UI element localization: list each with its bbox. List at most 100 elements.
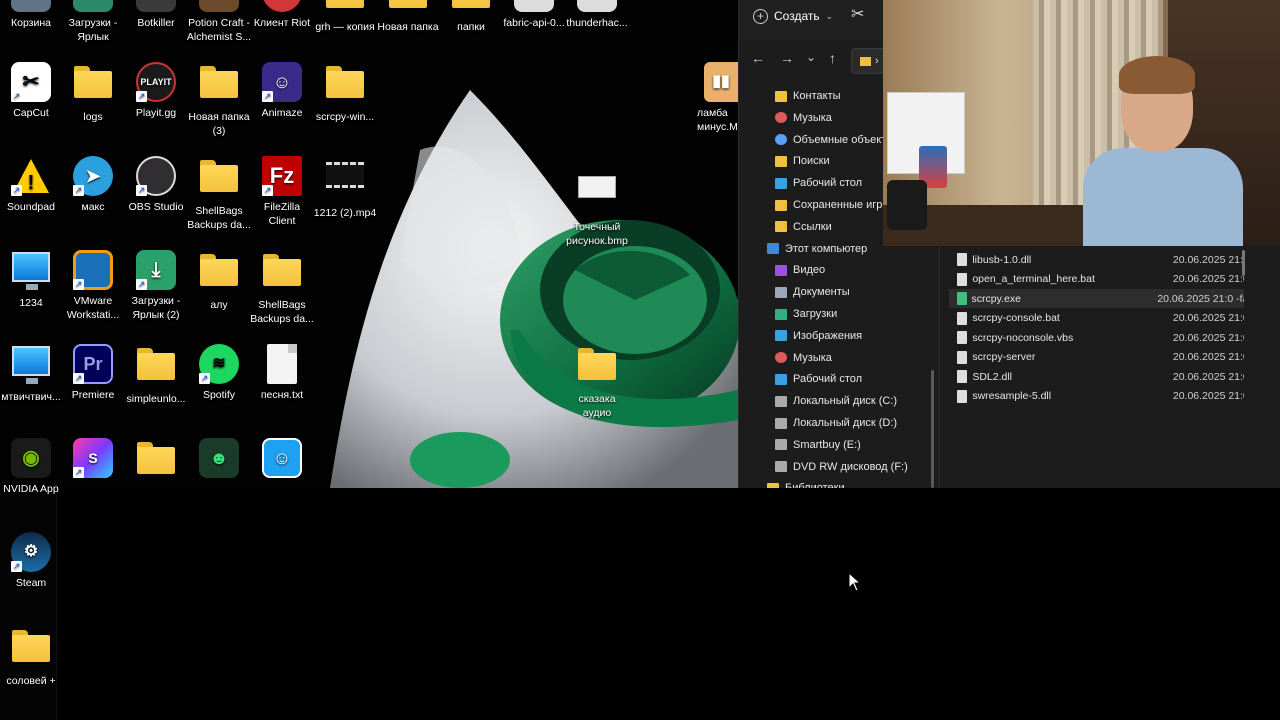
file-icon (957, 272, 968, 286)
vmware-icon: ↗ (73, 250, 113, 290)
sidebar-item[interactable]: DVD RW дисковод (F:) (775, 457, 908, 477)
sidebar-item-label: Музыка (793, 111, 832, 124)
recycle-bin-icon (11, 0, 51, 12)
sidebar-item-label: Видео (793, 264, 826, 277)
sidebar-item[interactable]: Этот компьютер (767, 239, 867, 259)
sidebar-item-label: Smartbuy (E:) (793, 438, 861, 451)
webcam-overlay (883, 0, 1280, 246)
sidebar-item-icon (767, 482, 779, 488)
sidebar-item[interactable]: Локальный диск (D:) (775, 413, 897, 433)
sidebar-item[interactable]: Сохраненные игры (775, 195, 890, 215)
sidebar-item[interactable]: Загрузки (775, 304, 837, 324)
audio-file-icon: ▮▮ (704, 62, 738, 102)
sidebar-item-icon (775, 90, 787, 102)
sidebar-item[interactable]: Документы (775, 282, 850, 302)
back-arrow-icon[interactable]: ← (751, 50, 765, 66)
file-list-scrollbar[interactable] (1242, 250, 1245, 276)
folder-icon (199, 66, 239, 106)
sidebar-item[interactable]: Изображения (775, 326, 862, 346)
desktop-icon-blue-app[interactable]: ☺ (245, 438, 319, 488)
desktop-icon-solovei[interactable]: соловей + (0, 626, 68, 688)
folder-icon (73, 66, 113, 106)
file-name: scrcpy-noconsole.vbs (972, 331, 1074, 344)
spotify-icon: ≋ ↗ (199, 344, 239, 384)
mask-icon: ☻ (199, 438, 239, 478)
jar-file-icon (577, 0, 617, 12)
file-icon (957, 389, 968, 403)
sidebar-item-icon (775, 308, 787, 320)
file-row[interactable]: SDL2.dll 20.06.2025 21:0 (949, 367, 1244, 386)
warning-icon: ! ↗ (11, 156, 51, 196)
file-row[interactable]: scrcpy.exe 20.06.2025 21:0 -fa... (949, 289, 1244, 308)
file-date: 20.06.2025 21:0 (1172, 331, 1244, 344)
animaze-icon: ☺ ↗ (262, 62, 302, 102)
sidebar-item-icon (775, 352, 787, 364)
desktop-icon-video-file[interactable]: 1212 (2).mp4 (308, 156, 382, 220)
scissors-icon[interactable]: ✂ (851, 4, 864, 24)
jar-file-icon (514, 0, 554, 12)
steam-icon: ⚙ ↗ (11, 532, 51, 572)
video-file-icon (325, 162, 365, 202)
sidebar-item[interactable]: Контакты (775, 86, 841, 106)
desktop-icon-lamba[interactable]: ▮▮ ламба минус.M... (686, 62, 738, 134)
mouse-cursor-icon (848, 572, 862, 592)
up-arrow-icon[interactable]: ↑ (829, 50, 836, 66)
desktop-icon-skazaka-audio[interactable]: сказака аудио (560, 344, 634, 420)
desktop-icon-song-txt[interactable]: песня.txt (245, 344, 319, 402)
sidebar-item-icon (775, 155, 787, 167)
file-icon (957, 253, 968, 266)
sidebar-item-icon (775, 134, 787, 146)
desktop-icon-steam[interactable]: ⚙ ↗ Steam (0, 532, 68, 590)
sidebar-item[interactable]: Музыка (775, 108, 832, 128)
desktop-icon-scrcpy-folder[interactable]: scrcpy-win... (308, 62, 382, 124)
sidebar-item[interactable]: Локальный диск (C:) (775, 391, 897, 411)
sidebar-item[interactable]: Рабочий стол (775, 369, 862, 389)
file-row[interactable]: scrcpy-console.bat 20.06.2025 21:0 (949, 309, 1244, 328)
sidebar-item[interactable]: Видео (775, 260, 825, 280)
webcam-person-hair (1119, 56, 1195, 94)
download-folder-icon (73, 0, 113, 12)
file-row[interactable]: scrcpy-noconsole.vbs 20.06.2025 21:0 (949, 328, 1244, 347)
folder-icon (577, 348, 617, 388)
sidebar-item[interactable]: Музыка (775, 348, 832, 368)
file-date: 20.06.2025 21:0 (1172, 273, 1244, 285)
webcam-person-shirt (1083, 148, 1243, 246)
recent-dropdown-icon[interactable]: ⌄ (806, 50, 816, 64)
file-icon (957, 350, 968, 364)
nvidia-icon: ◉ (11, 438, 51, 478)
screen: Корзина Загрузки - Ярлык Botkiller Potio… (0, 0, 1280, 720)
sidebar-item-label: Рабочий стол (793, 177, 863, 190)
sidebar-item[interactable]: Объемные объекты (775, 130, 894, 150)
sidebar-item-label: Поиски (793, 155, 830, 168)
file-row[interactable]: scrcpy-server 20.06.2025 21:0 (949, 348, 1244, 367)
folder-icon (388, 0, 428, 16)
capcut-icon: ✂ ↗ (11, 62, 51, 102)
sidebar-item-label: Загрузки (793, 308, 838, 320)
desktop-icon-thunderhack[interactable]: thunderhac... (560, 0, 634, 30)
sidebar-item-icon (775, 286, 787, 298)
sidebar-item[interactable]: Ссылки (775, 217, 832, 237)
folder-icon (11, 630, 51, 670)
file-row[interactable]: libusb-1.0.dll 20.06.2025 21:0 (949, 250, 1244, 269)
sidebar-item-icon (775, 461, 787, 473)
sidebar-item[interactable]: Поиски (775, 151, 830, 171)
desktop-icon-bitmap[interactable]: Точечный рисунок.bmp (560, 166, 634, 248)
sidebar-item-label: Этот компьютер (785, 242, 868, 255)
file-row[interactable]: swresample-5.dll 20.06.2025 21:0 (949, 387, 1244, 406)
navigation-pane-scrollbar[interactable] (931, 370, 934, 488)
file-row[interactable]: open_a_terminal_here.bat 20.06.2025 21:0 (949, 270, 1244, 289)
sidebar-item-label: Контакты (793, 90, 841, 102)
forward-arrow-icon[interactable]: → (780, 50, 794, 66)
folder-icon (325, 0, 365, 16)
black-band (0, 488, 1280, 720)
file-icon (957, 331, 968, 344)
sidebar-item-icon (775, 395, 787, 407)
sidebar-item[interactable]: Библиотеки (767, 478, 845, 488)
address-separator-icon: › (875, 55, 879, 67)
sidebar-item-icon (775, 112, 787, 124)
sidebar-item[interactable]: Smartbuy (E:) (775, 435, 861, 455)
create-button[interactable]: + Создать ⌄ (753, 4, 833, 28)
desktop-icon-shellbags-2[interactable]: ShellBags Backups da... (245, 250, 319, 326)
monitor-icon (11, 252, 51, 292)
sidebar-item[interactable]: Рабочий стол (775, 173, 862, 193)
